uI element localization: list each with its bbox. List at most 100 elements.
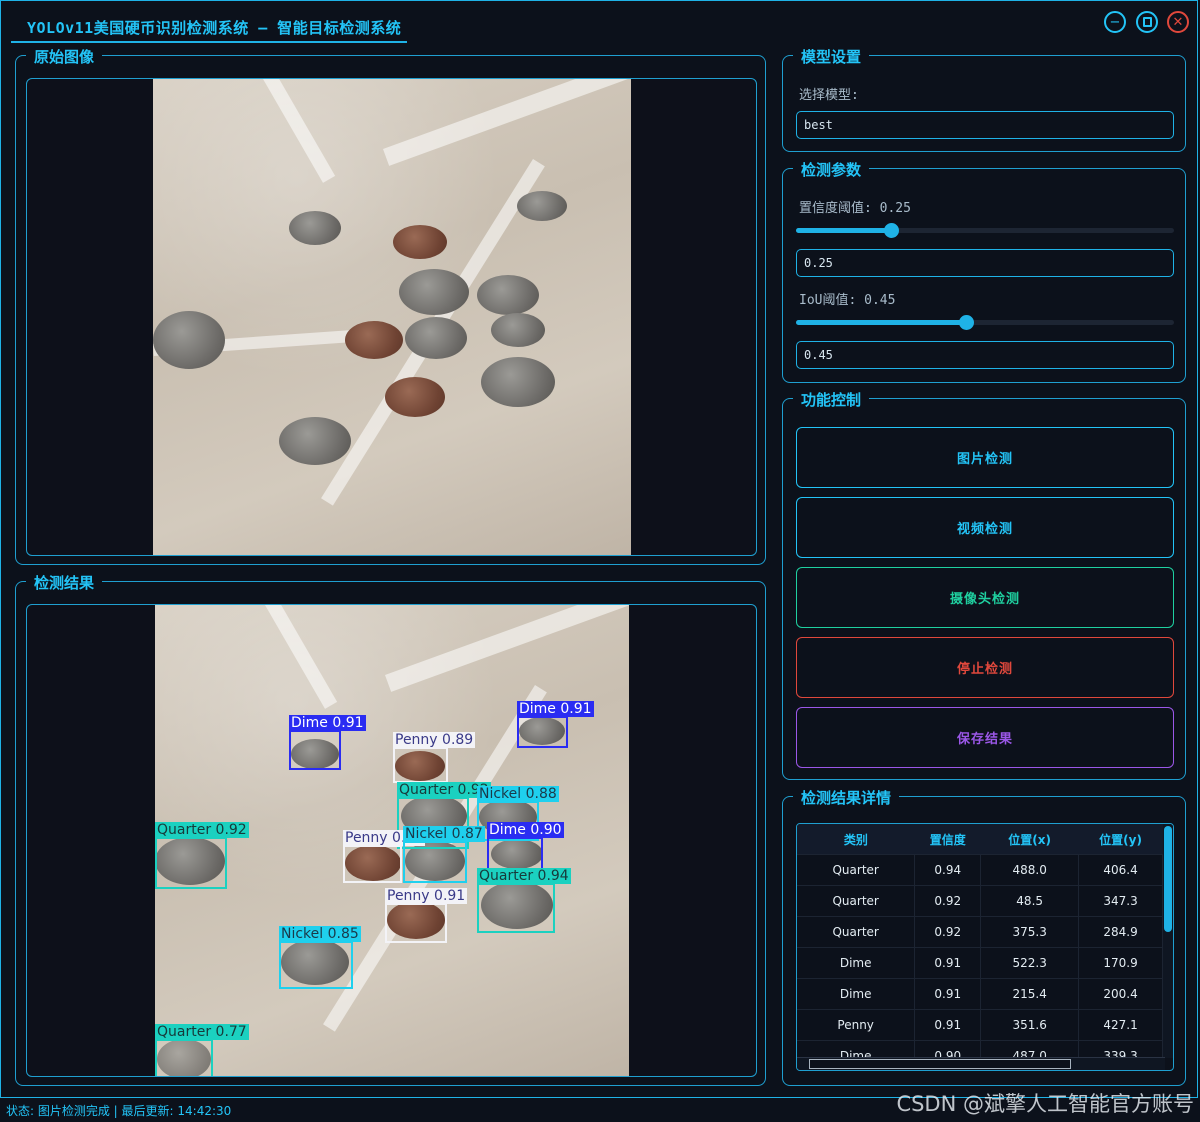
coin bbox=[481, 357, 555, 407]
table-cell: 215.4 bbox=[980, 978, 1080, 1010]
detection-box: Dime 0.91 bbox=[289, 715, 366, 770]
horizontal-scroll-thumb[interactable] bbox=[809, 1059, 1071, 1069]
detection-box: Quarter 0.77 bbox=[155, 1024, 249, 1076]
table-cell: 347.3 bbox=[1078, 885, 1163, 917]
original-image-title: 原始图像 bbox=[26, 46, 103, 67]
coin bbox=[289, 211, 341, 245]
app-window: YOLOv11美国硬币识别检测系统 – 智能目标检测系统 − ✕ 原始图像 检测… bbox=[0, 0, 1198, 1098]
coin bbox=[385, 377, 445, 417]
table-cell: 351.6 bbox=[980, 1009, 1080, 1041]
detection-label: Quarter 0.92 bbox=[155, 822, 249, 838]
coin bbox=[477, 275, 539, 315]
video-detect-button[interactable]: 视频检测 bbox=[796, 497, 1174, 558]
iou-slider-handle[interactable] bbox=[959, 315, 975, 330]
detection-label: Penny 0.89 bbox=[393, 732, 476, 748]
detection-box: Quarter 0.94 bbox=[477, 868, 571, 933]
original-image-frame bbox=[26, 78, 757, 556]
iou-input[interactable]: 0.45 bbox=[796, 341, 1174, 369]
table-cell: 284.9 bbox=[1078, 916, 1163, 948]
model-select[interactable]: best bbox=[796, 111, 1174, 139]
table-cell: 522.3 bbox=[980, 947, 1080, 979]
image-detect-button[interactable]: 图片检测 bbox=[796, 427, 1174, 488]
table-header-row: 类别 置信度 位置(x) 位置(y) bbox=[797, 824, 1163, 855]
table-cell: 0.91 bbox=[914, 978, 982, 1010]
coin bbox=[153, 311, 225, 369]
table-row[interactable]: Quarter 0.92 375.3 284.9 bbox=[797, 916, 1163, 948]
confidence-slider-fill bbox=[796, 228, 891, 233]
original-image-panel: 原始图像 bbox=[15, 46, 766, 565]
table-cell: Quarter bbox=[797, 854, 916, 886]
iou-slider[interactable] bbox=[796, 315, 1174, 330]
detection-label: Quarter 0.94 bbox=[477, 868, 571, 884]
model-select-label: 选择模型: bbox=[799, 88, 859, 103]
close-icon: ✕ bbox=[1172, 14, 1184, 30]
detection-box: Nickel 0.85 bbox=[279, 926, 361, 989]
maximize-button[interactable] bbox=[1136, 11, 1158, 33]
detection-box: Penny 0.89 bbox=[393, 732, 476, 783]
table-cell: 0.92 bbox=[914, 916, 982, 948]
table-row[interactable]: Penny 0.91 351.6 427.1 bbox=[797, 1009, 1163, 1041]
confidence-label: 置信度阈值: 0.25 bbox=[799, 201, 911, 216]
detection-params-title: 检测参数 bbox=[793, 159, 870, 180]
detection-box: Penny 0.89 bbox=[343, 830, 426, 883]
title-tab: YOLOv11美国硬币识别检测系统 – 智能目标检测系统 bbox=[11, 5, 407, 43]
table-cell: 200.4 bbox=[1078, 978, 1163, 1010]
detection-label: Dime 0.91 bbox=[289, 715, 366, 731]
table-row[interactable]: Dime 0.91 215.4 200.4 bbox=[797, 978, 1163, 1010]
window-title: YOLOv11美国硬币识别检测系统 – 智能目标检测系统 bbox=[27, 19, 402, 37]
confidence-slider[interactable] bbox=[796, 223, 1174, 238]
confidence-input[interactable]: 0.25 bbox=[796, 249, 1174, 277]
detection-label: Nickel 0.85 bbox=[279, 926, 361, 942]
table-cell: Quarter bbox=[797, 916, 916, 948]
coin bbox=[517, 191, 567, 221]
table-row[interactable]: Dime 0.91 522.3 170.9 bbox=[797, 947, 1163, 979]
function-control-title: 功能控制 bbox=[793, 389, 870, 410]
table-cell: Dime bbox=[797, 978, 916, 1010]
title-bar[interactable]: YOLOv11美国硬币识别检测系统 – 智能目标检测系统 − ✕ bbox=[1, 1, 1199, 43]
detection-box: Dime 0.90 bbox=[487, 822, 564, 871]
column-header-class[interactable]: 类别 bbox=[797, 824, 915, 855]
table-cell: Penny bbox=[797, 1009, 916, 1041]
column-header-confidence[interactable]: 置信度 bbox=[914, 824, 981, 855]
detection-label: Nickel 0.87 bbox=[403, 826, 485, 842]
detection-box: Penny 0.91 bbox=[385, 888, 468, 943]
table-cell: Dime bbox=[797, 947, 916, 979]
table-horizontal-scrollbar[interactable] bbox=[797, 1057, 1165, 1070]
table-cell: 427.1 bbox=[1078, 1009, 1163, 1041]
detection-result-panel: 检测结果 Dime 0.91 Penny 0.89 Dime 0.91 Quar… bbox=[15, 572, 766, 1086]
table-cell: 0.92 bbox=[914, 885, 982, 917]
minimize-button[interactable]: − bbox=[1104, 11, 1126, 33]
results-detail-panel: 检测结果详情 类别 置信度 位置(x) 位置(y) Quarter 0.94 488… bbox=[782, 787, 1186, 1086]
detection-label: Dime 0.91 bbox=[517, 701, 594, 717]
detection-result-title: 检测结果 bbox=[26, 572, 103, 593]
table-cell: 406.4 bbox=[1078, 854, 1163, 886]
column-header-y[interactable]: 位置(y) bbox=[1078, 824, 1163, 855]
detection-label: Nickel 0.88 bbox=[477, 786, 559, 802]
detection-box: Nickel 0.87 bbox=[403, 826, 485, 883]
confidence-slider-handle[interactable] bbox=[883, 223, 899, 238]
table-cell: Quarter bbox=[797, 885, 916, 917]
vertical-scroll-thumb[interactable] bbox=[1164, 826, 1172, 932]
camera-detect-button[interactable]: 摄像头检测 bbox=[796, 567, 1174, 628]
coin bbox=[393, 225, 447, 259]
results-table[interactable]: 类别 置信度 位置(x) 位置(y) Quarter 0.94 488.0 406.4… bbox=[796, 823, 1174, 1071]
table-row[interactable]: Quarter 0.94 488.0 406.4 bbox=[797, 854, 1163, 886]
stop-detect-button[interactable]: 停止检测 bbox=[796, 637, 1174, 698]
save-result-button[interactable]: 保存结果 bbox=[796, 707, 1174, 768]
column-header-x[interactable]: 位置(x) bbox=[980, 824, 1079, 855]
coin bbox=[405, 317, 467, 359]
original-photo bbox=[153, 79, 631, 555]
detection-label: Quarter 0.77 bbox=[155, 1024, 249, 1040]
table-row[interactable]: Quarter 0.92 48.5 347.3 bbox=[797, 885, 1163, 917]
iou-slider-fill bbox=[796, 320, 967, 325]
result-photo: Dime 0.91 Penny 0.89 Dime 0.91 Quarter 0.92… bbox=[155, 605, 629, 1076]
detection-params-panel: 检测参数 置信度阈值: 0.25 0.25 IoU阈值: 0.45 0.45 bbox=[782, 159, 1186, 383]
close-button[interactable]: ✕ bbox=[1167, 11, 1189, 33]
function-control-panel: 功能控制 图片检测 视频检测 摄像头检测 停止检测 保存结果 bbox=[782, 389, 1186, 780]
table-cell: 170.9 bbox=[1078, 947, 1163, 979]
results-detail-title: 检测结果详情 bbox=[793, 787, 900, 808]
table-vertical-scrollbar[interactable] bbox=[1163, 824, 1173, 1058]
coin bbox=[345, 321, 403, 359]
detection-box: Quarter 0.92 bbox=[155, 822, 249, 889]
table-cell: 375.3 bbox=[980, 916, 1080, 948]
